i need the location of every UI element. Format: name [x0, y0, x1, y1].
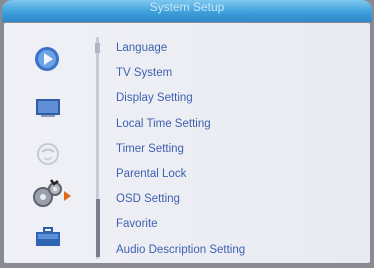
menu-item-parental-lock[interactable]: Parental Lock — [116, 162, 245, 187]
tv-screen: System Setup Language TV System Display … — [0, 0, 374, 268]
briefcase-icon[interactable] — [35, 226, 61, 248]
page-title: System Setup — [149, 0, 225, 14]
display-icon[interactable] — [35, 98, 61, 118]
menu-item-local-time-setting[interactable]: Local Time Setting — [116, 112, 245, 137]
scrollbar-thumb[interactable] — [95, 43, 100, 53]
menu-item-favorite[interactable]: Favorite — [116, 212, 245, 237]
menu-item-timer-setting[interactable]: Timer Setting — [116, 137, 245, 162]
menu-item-language[interactable]: Language — [116, 36, 245, 61]
globe-icon[interactable] — [36, 142, 60, 166]
setup-panel: Language TV System Display Setting Local… — [4, 23, 370, 263]
scrollbar-lower-segment — [96, 199, 100, 257]
menu-item-display-setting[interactable]: Display Setting — [116, 86, 245, 111]
title-bar: System Setup — [2, 0, 372, 22]
menu-item-audio-description-setting[interactable]: Audio Description Setting — [116, 238, 245, 263]
play-icon[interactable] — [34, 46, 60, 72]
settings-icon[interactable] — [29, 178, 75, 210]
setup-menu: Language TV System Display Setting Local… — [116, 36, 245, 263]
menu-item-osd-setting[interactable]: OSD Setting — [116, 187, 245, 212]
menu-item-tv-system[interactable]: TV System — [116, 61, 245, 86]
